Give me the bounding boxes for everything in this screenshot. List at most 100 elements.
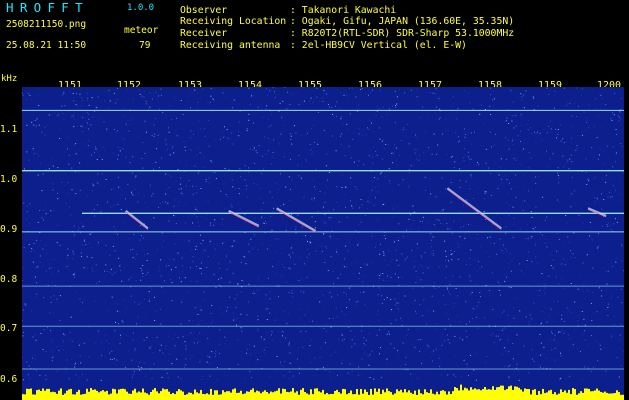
noise-bar-segment	[94, 389, 96, 400]
noise-pixel	[363, 343, 365, 345]
noise-pixel	[501, 329, 503, 331]
noise-pixel	[195, 245, 197, 247]
noise-pixel	[52, 339, 54, 341]
noise-pixel	[383, 203, 385, 205]
noise-pixel	[348, 128, 349, 130]
noise-pixel	[452, 275, 454, 277]
noise-pixel	[261, 216, 263, 218]
noise-pixel	[364, 304, 366, 306]
noise-pixel	[28, 223, 30, 225]
noise-pixel	[512, 138, 513, 140]
noise-pixel	[325, 246, 327, 248]
noise-pixel	[192, 320, 194, 322]
noise-pixel	[597, 158, 599, 160]
noise-bar-segment	[252, 388, 254, 400]
noise-pixel	[32, 148, 34, 150]
noise-pixel	[521, 96, 523, 97]
noise-pixel	[368, 119, 370, 121]
noise-pixel	[177, 337, 179, 338]
noise-pixel	[42, 173, 44, 175]
noise-bar-segment	[256, 390, 258, 400]
noise-pixel	[520, 164, 522, 166]
noise-pixel	[243, 106, 245, 108]
noise-pixel	[185, 348, 187, 350]
noise-pixel	[500, 158, 502, 160]
noise-pixel	[131, 172, 133, 174]
noise-pixel	[497, 335, 499, 337]
noise-pixel	[162, 112, 164, 113]
noise-pixel	[618, 116, 620, 118]
noise-pixel	[378, 127, 380, 129]
noise-pixel	[231, 143, 233, 145]
noise-pixel	[464, 90, 466, 92]
noise-pixel	[210, 88, 212, 90]
noise-pixel	[166, 189, 168, 190]
noise-pixel	[147, 253, 149, 255]
noise-pixel	[544, 238, 546, 240]
noise-pixel	[470, 132, 472, 134]
noise-pixel	[214, 248, 216, 250]
noise-pixel	[132, 156, 134, 158]
noise-pixel	[235, 306, 237, 308]
noise-pixel	[608, 222, 609, 224]
noise-pixel	[282, 100, 284, 102]
noise-bar-segment	[332, 394, 334, 400]
noise-pixel	[59, 244, 61, 246]
noise-pixel	[383, 299, 385, 301]
noise-pixel	[302, 87, 304, 89]
noise-pixel	[616, 221, 618, 223]
noise-pixel	[82, 127, 84, 129]
noise-pixel	[392, 258, 394, 260]
noise-pixel	[396, 259, 398, 261]
noise-pixel	[428, 198, 430, 200]
noise-pixel	[340, 92, 342, 94]
noise-pixel	[34, 354, 36, 356]
noise-pixel	[466, 199, 468, 201]
noise-pixel	[373, 204, 375, 206]
noise-pixel	[402, 129, 404, 131]
noise-pixel	[278, 330, 280, 332]
noise-pixel	[229, 262, 231, 264]
noise-pixel	[88, 113, 90, 115]
noise-pixel	[178, 201, 180, 203]
noise-pixel	[472, 198, 474, 199]
noise-pixel	[410, 165, 412, 167]
noise-pixel	[22, 94, 24, 96]
noise-pixel	[79, 298, 81, 300]
noise-pixel	[275, 273, 277, 274]
noise-pixel	[300, 330, 302, 332]
noise-pixel	[388, 331, 390, 333]
noise-pixel	[75, 290, 77, 292]
noise-pixel	[295, 229, 297, 230]
noise-pixel	[67, 313, 69, 315]
noise-pixel	[343, 94, 345, 96]
noise-pixel	[210, 160, 212, 162]
noise-pixel	[570, 192, 572, 194]
noise-pixel	[578, 314, 580, 316]
noise-pixel	[512, 144, 514, 145]
noise-pixel	[451, 253, 453, 255]
noise-pixel	[204, 167, 205, 169]
noise-pixel	[51, 349, 53, 351]
noise-pixel	[618, 92, 620, 94]
noise-pixel	[500, 338, 502, 340]
noise-pixel	[190, 332, 192, 334]
noise-bar-segment	[250, 389, 252, 400]
noise-pixel	[488, 327, 490, 329]
noise-pixel	[620, 324, 622, 326]
noise-pixel	[298, 175, 300, 177]
noise-pixel	[421, 266, 423, 267]
noise-pixel	[69, 213, 71, 215]
noise-pixel	[574, 190, 575, 192]
noise-pixel	[379, 253, 381, 255]
noise-pixel	[498, 328, 500, 330]
noise-pixel	[336, 251, 338, 253]
noise-pixel	[395, 249, 397, 251]
noise-pixel	[521, 200, 523, 202]
noise-pixel	[120, 136, 122, 138]
noise-bar-segment	[48, 388, 50, 400]
noise-pixel	[465, 301, 467, 303]
noise-pixel	[380, 347, 381, 349]
noise-pixel	[254, 293, 256, 294]
noise-pixel	[417, 329, 419, 331]
